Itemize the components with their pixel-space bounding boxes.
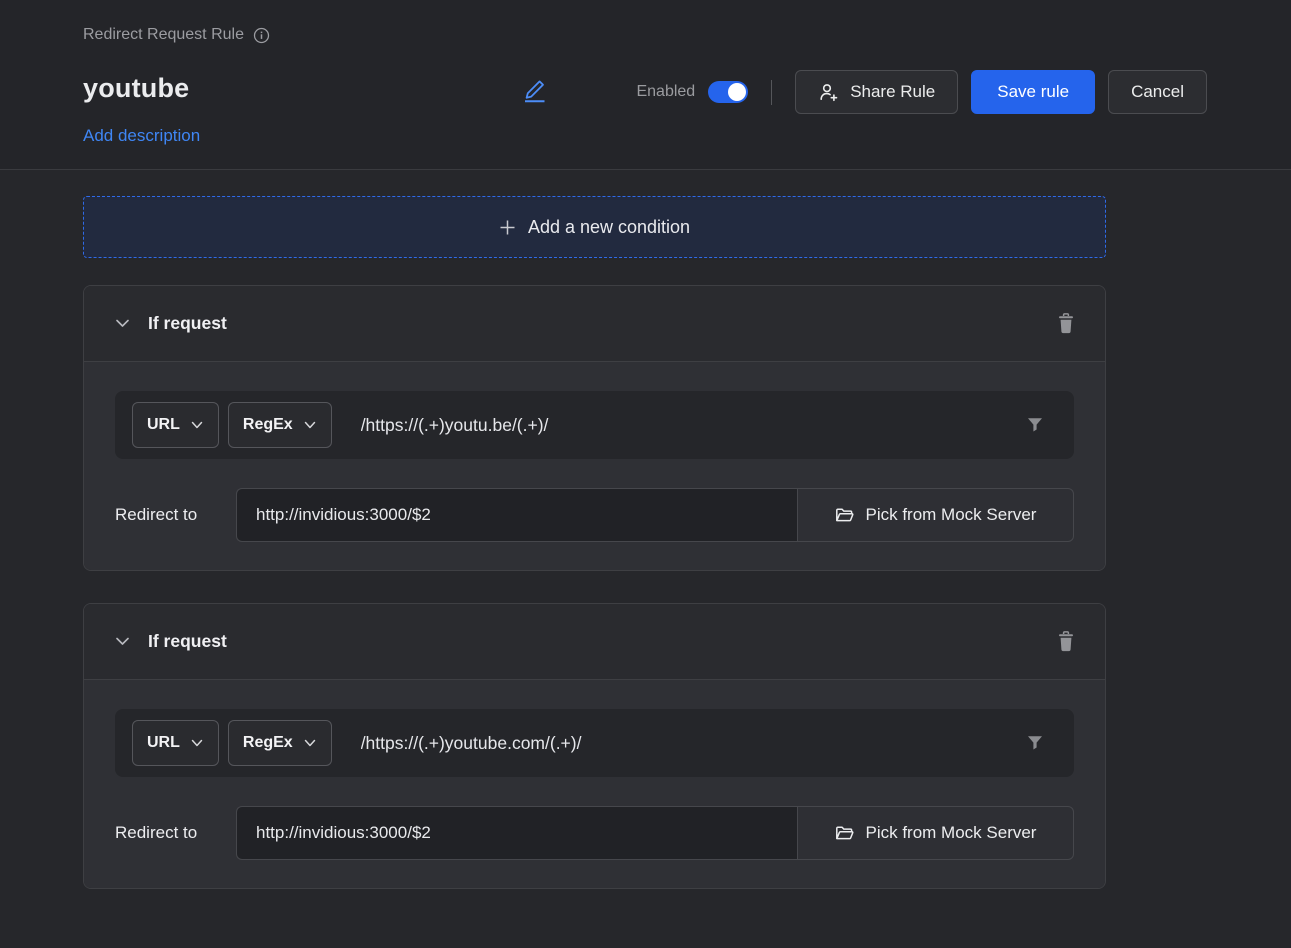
condition-card-body: URL RegEx — [84, 680, 1105, 888]
source-filter-button[interactable] — [1026, 734, 1044, 752]
enabled-toggle[interactable] — [708, 81, 748, 103]
pick-from-mock-server-label: Pick from Mock Server — [866, 823, 1037, 843]
redirect-rule-editor: { "header": { "rule_type": "Redirect Req… — [0, 0, 1291, 948]
delete-condition-button[interactable] — [1057, 313, 1075, 334]
folder-open-icon — [835, 507, 855, 524]
redirect-destination-row: Redirect to Pick from Mock Server — [115, 488, 1074, 542]
source-filter-button[interactable] — [1026, 416, 1044, 434]
collapse-button[interactable] — [114, 633, 131, 650]
rule-name-title: youtube — [83, 73, 189, 104]
filter-funnel-icon — [1026, 416, 1044, 434]
save-rule-button[interactable]: Save rule — [971, 70, 1095, 114]
rule-type-label: Redirect Request Rule — [83, 26, 244, 44]
enabled-label: Enabled — [636, 83, 695, 101]
redirect-to-label: Redirect to — [115, 488, 236, 542]
source-key-value: URL — [147, 734, 180, 752]
edit-rule-name-button[interactable] — [521, 77, 548, 107]
source-condition-row: URL RegEx — [115, 391, 1074, 459]
if-request-label: If request — [148, 313, 227, 334]
header-controls: Enabled Share Rule Save rule Cancel — [636, 70, 1207, 114]
pick-from-mock-server-button[interactable]: Pick from Mock Server — [797, 806, 1074, 860]
source-operator-value: RegEx — [243, 734, 293, 752]
chevron-down-icon — [303, 418, 317, 432]
redirect-destination-row: Redirect to Pick from Mock Server — [115, 806, 1074, 860]
redirect-destination-input[interactable] — [236, 488, 797, 542]
vertical-divider — [771, 80, 772, 105]
condition-card: If request URL — [83, 603, 1106, 889]
toggle-knob — [728, 83, 746, 101]
chevron-down-icon — [114, 315, 131, 332]
condition-card-header: If request — [84, 604, 1105, 680]
chevron-down-icon — [190, 418, 204, 432]
cancel-button[interactable]: Cancel — [1108, 70, 1207, 114]
rule-type-row: Redirect Request Rule — [83, 26, 270, 44]
trash-icon — [1057, 631, 1075, 652]
chevron-down-icon — [303, 736, 317, 750]
source-url-input[interactable] — [361, 733, 1014, 754]
plus-icon — [499, 219, 516, 236]
chevron-down-icon — [190, 736, 204, 750]
source-operator-select[interactable]: RegEx — [228, 402, 332, 448]
chevron-down-icon — [114, 633, 131, 650]
add-condition-button[interactable]: Add a new condition — [83, 196, 1106, 258]
source-key-select[interactable]: URL — [132, 402, 219, 448]
source-operator-select[interactable]: RegEx — [228, 720, 332, 766]
source-url-input[interactable] — [361, 415, 1014, 436]
condition-card-header: If request — [84, 286, 1105, 362]
pick-from-mock-server-button[interactable]: Pick from Mock Server — [797, 488, 1074, 542]
add-condition-label: Add a new condition — [528, 217, 690, 238]
rule-builder: Add a new condition If request — [83, 196, 1106, 889]
source-condition-row: URL RegEx — [115, 709, 1074, 777]
collapse-button[interactable] — [114, 315, 131, 332]
if-request-label: If request — [148, 631, 227, 652]
redirect-to-label: Redirect to — [115, 806, 236, 860]
share-rule-label: Share Rule — [850, 82, 935, 102]
rule-header: Redirect Request Rule youtube Add descri… — [0, 0, 1291, 170]
delete-condition-button[interactable] — [1057, 631, 1075, 652]
source-key-value: URL — [147, 416, 180, 434]
source-key-select[interactable]: URL — [132, 720, 219, 766]
filter-funnel-icon — [1026, 734, 1044, 752]
condition-card: If request URL — [83, 285, 1106, 571]
redirect-destination-input[interactable] — [236, 806, 797, 860]
pick-from-mock-server-label: Pick from Mock Server — [866, 505, 1037, 525]
condition-card-body: URL RegEx — [84, 362, 1105, 570]
user-add-icon — [818, 82, 839, 103]
trash-icon — [1057, 313, 1075, 334]
info-icon[interactable] — [253, 27, 270, 44]
pencil-edit-icon — [521, 77, 548, 104]
folder-open-icon — [835, 825, 855, 842]
add-description-link[interactable]: Add description — [83, 126, 200, 146]
source-operator-value: RegEx — [243, 416, 293, 434]
share-rule-button[interactable]: Share Rule — [795, 70, 958, 114]
